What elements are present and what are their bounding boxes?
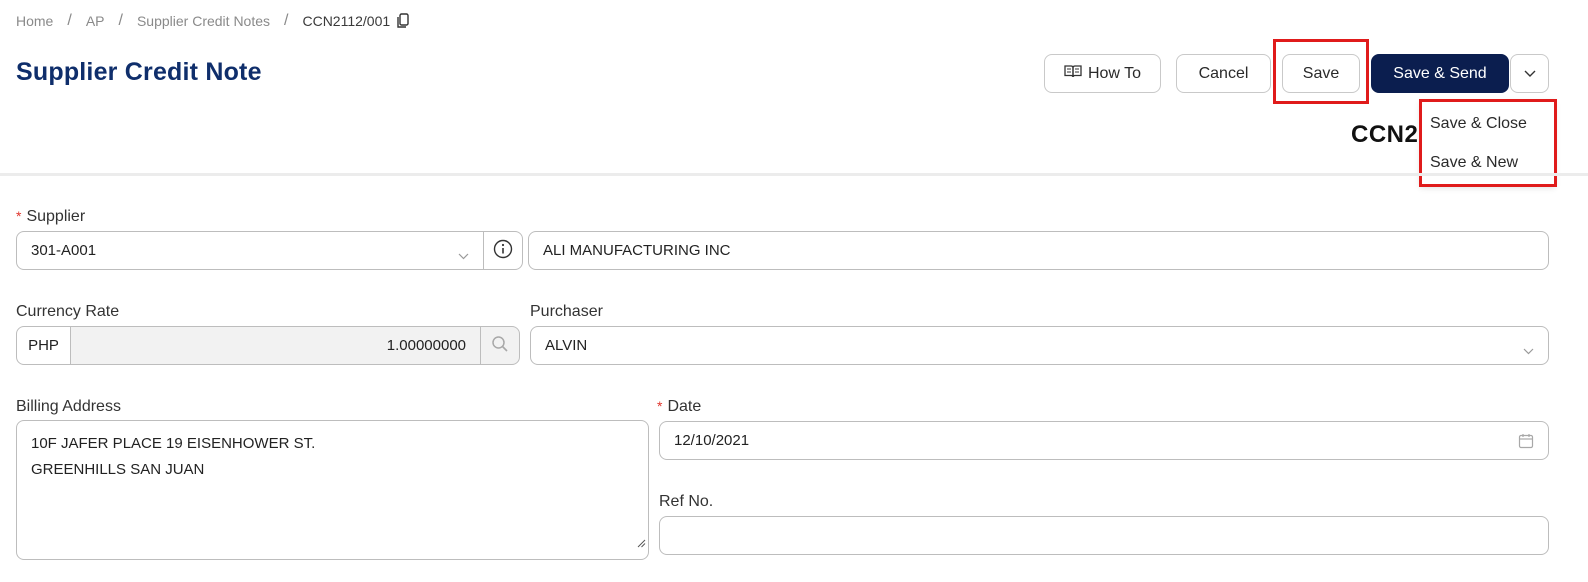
- purchaser-label: Purchaser: [530, 303, 603, 320]
- date-label: * Date: [657, 398, 701, 416]
- billing-address-textarea[interactable]: 10F JAFER PLACE 19 EISENHOWER ST. GREENH…: [16, 420, 649, 560]
- currency-rate-value: 1.00000000: [386, 337, 466, 354]
- chevron-down-icon: [458, 247, 469, 264]
- highlight-save-button: [1273, 39, 1369, 104]
- currency-code: PHP: [16, 326, 71, 365]
- info-icon: [493, 239, 513, 263]
- supplier-name-field[interactable]: ALI MANUFACTURING INC: [528, 231, 1549, 270]
- breadcrumb-separator: /: [118, 12, 123, 29]
- calendar-icon[interactable]: [1518, 433, 1534, 453]
- date-input[interactable]: 12/10/2021: [659, 421, 1549, 460]
- search-icon: [491, 335, 509, 357]
- ref-no-label: Ref No.: [659, 493, 714, 510]
- save-and-send-button[interactable]: Save & Send: [1371, 54, 1509, 93]
- billing-address-line2: GREENHILLS SAN JUAN: [31, 461, 205, 478]
- breadcrumb-separator: /: [284, 12, 289, 29]
- currency-code-value: PHP: [28, 337, 59, 354]
- supplier-label: * Supplier: [16, 208, 85, 226]
- book-icon: [1064, 64, 1082, 83]
- supplier-label-text: Supplier: [26, 208, 86, 225]
- header-divider: [0, 173, 1588, 176]
- purchaser-value: ALVIN: [545, 337, 588, 354]
- cancel-button[interactable]: Cancel: [1176, 54, 1271, 93]
- supplier-code-select[interactable]: 301-A001: [16, 231, 484, 270]
- billing-address-label: Billing Address: [16, 398, 121, 415]
- breadcrumb-supplier-credit-notes[interactable]: Supplier Credit Notes: [137, 13, 270, 29]
- billing-address-line1: 10F JAFER PLACE 19 EISENHOWER ST.: [31, 435, 316, 452]
- required-marker: *: [16, 208, 22, 224]
- breadcrumb-current: CCN2112/001: [302, 13, 391, 29]
- copy-icon[interactable]: [396, 13, 410, 29]
- currency-rate-label: Currency Rate: [16, 303, 120, 320]
- currency-rate-field[interactable]: 1.00000000: [70, 326, 481, 365]
- chevron-down-icon: [1524, 65, 1536, 83]
- document-number: CCN2112/001: [1351, 121, 1419, 148]
- breadcrumb: Home / AP / Supplier Credit Notes / CCN2…: [16, 11, 410, 31]
- page-title: Supplier Credit Note: [16, 58, 262, 86]
- how-to-label: How To: [1087, 64, 1142, 82]
- chevron-down-icon: [1523, 342, 1534, 359]
- save-options-dropdown-button[interactable]: [1510, 54, 1549, 93]
- breadcrumb-ap[interactable]: AP: [86, 13, 105, 29]
- supplier-code-value: 301-A001: [31, 242, 97, 259]
- date-value: 12/10/2021: [674, 432, 750, 449]
- supplier-info-button[interactable]: [483, 231, 523, 270]
- supplier-name-value: ALI MANUFACTURING INC: [543, 242, 731, 259]
- breadcrumb-separator: /: [67, 12, 72, 29]
- required-marker: *: [657, 398, 663, 414]
- currency-search-button[interactable]: [480, 326, 520, 365]
- date-label-text: Date: [667, 398, 702, 415]
- ref-no-input[interactable]: [659, 516, 1549, 555]
- purchaser-select[interactable]: ALVIN: [530, 326, 1549, 365]
- how-to-button[interactable]: How To: [1044, 54, 1161, 93]
- breadcrumb-home[interactable]: Home: [16, 13, 53, 29]
- resize-grip-icon[interactable]: [636, 531, 646, 557]
